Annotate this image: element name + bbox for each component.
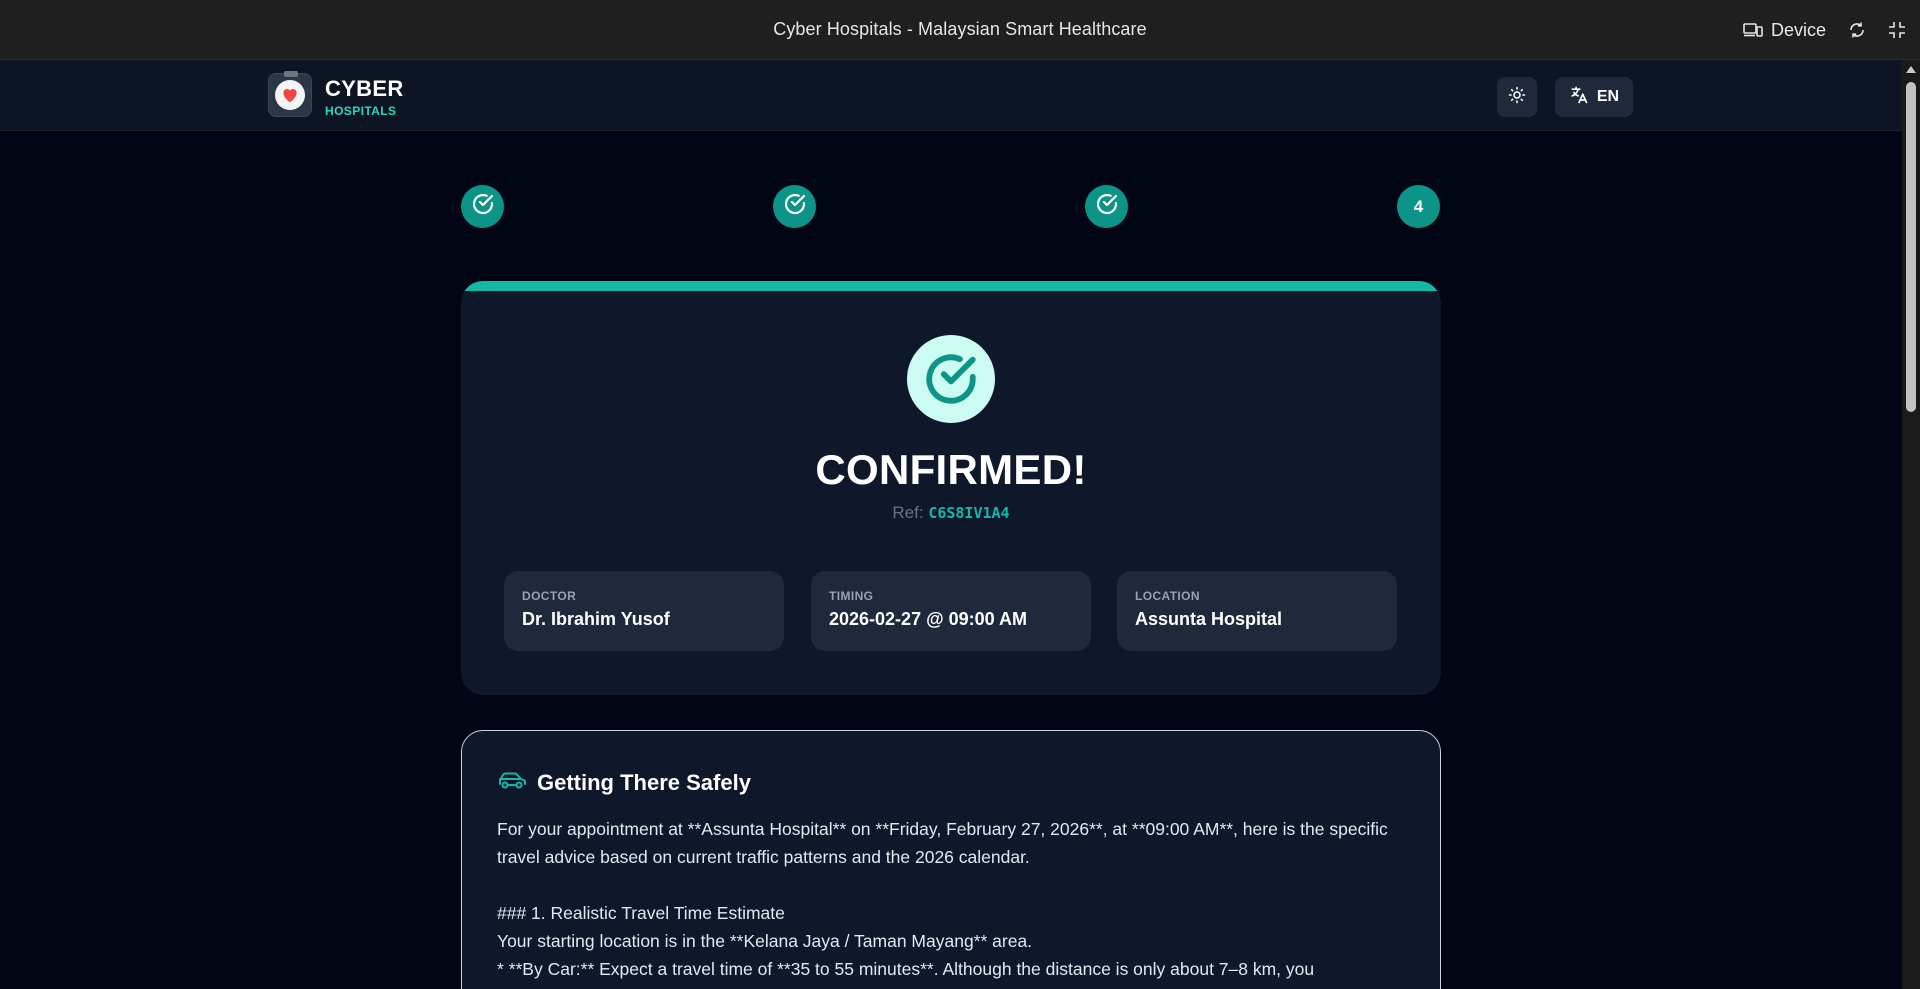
step-4-current: 4 [1397, 185, 1440, 228]
ref-code: C6S8IV1A4 [928, 504, 1010, 522]
check-circle-icon [471, 192, 495, 221]
card-accent-bar [461, 281, 1441, 291]
location-value: Assunta Hospital [1135, 609, 1283, 629]
brand-subtitle: HOSPITALS [325, 104, 397, 118]
success-check-icon [907, 335, 995, 423]
check-circle-icon [783, 192, 807, 221]
device-icon [1743, 22, 1763, 38]
brand-name: CYBER [325, 76, 404, 101]
step-1-complete [461, 185, 504, 228]
sun-icon [1508, 86, 1526, 109]
scrollbar-thumb[interactable] [1906, 82, 1916, 412]
logo[interactable] [268, 71, 312, 117]
fullscreen-icon[interactable] [1888, 21, 1906, 39]
reference-line: Ref: C6S8IV1A4 [461, 503, 1441, 523]
theme-toggle-button[interactable] [1497, 77, 1537, 117]
doctor-value: Dr. Ibrahim Yusof [522, 609, 670, 629]
check-circle-icon [1095, 192, 1119, 221]
timing-label: TIMING [829, 589, 874, 603]
heart-icon [275, 80, 305, 110]
scroll-up-arrow-icon[interactable] [1906, 66, 1916, 73]
language-button[interactable]: EN [1555, 77, 1633, 117]
window-title-bar: Cyber Hospitals - Malaysian Smart Health… [0, 0, 1920, 60]
device-label: Device [1770, 19, 1826, 40]
rotate-icon[interactable] [1848, 21, 1866, 39]
app-header: CYBER HOSPITALS EN [0, 60, 1902, 131]
travel-line: * **By Car:** Expect a travel time of **… [497, 959, 1315, 979]
device-button[interactable]: Device [1743, 20, 1826, 41]
travel-line: Your starting location is in the **Kelan… [497, 931, 1033, 951]
confirmed-title: CONFIRMED! [815, 446, 1087, 493]
travel-intro-paragraph: For your appointment at **Assunta Hospit… [497, 819, 1393, 867]
doctor-label: DOCTOR [522, 589, 577, 603]
travel-header: Getting There Safely [497, 769, 751, 796]
timing-info-box: TIMING 2026-02-27 @ 09:00 AM [811, 571, 1091, 651]
travel-advice-card: Getting There Safely For your appointmen… [461, 730, 1441, 989]
confirmation-card: CONFIRMED! Ref: C6S8IV1A4 DOCTOR Dr. Ibr… [461, 281, 1441, 695]
travel-title: Getting There Safely [537, 769, 751, 795]
car-icon [497, 769, 527, 796]
travel-advice-text: For your appointment at **Assunta Hospit… [497, 815, 1407, 983]
step-3-complete [1085, 185, 1128, 228]
window-title: Cyber Hospitals - Malaysian Smart Health… [773, 19, 1147, 39]
timing-value: 2026-02-27 @ 09:00 AM [829, 609, 1027, 629]
language-label: EN [1596, 88, 1620, 105]
translate-icon [1569, 85, 1589, 110]
doctor-info-box: DOCTOR Dr. Ibrahim Yusof [504, 571, 784, 651]
window-actions: Device [1743, 0, 1906, 60]
travel-heading: ### 1. Realistic Travel Time Estimate [497, 903, 785, 923]
step-2-complete [773, 185, 816, 228]
ref-label: Ref: [892, 503, 924, 522]
location-info-box: LOCATION Assunta Hospital [1117, 571, 1397, 651]
location-label: LOCATION [1135, 589, 1200, 603]
page-scrollbar[interactable] [1902, 60, 1920, 989]
